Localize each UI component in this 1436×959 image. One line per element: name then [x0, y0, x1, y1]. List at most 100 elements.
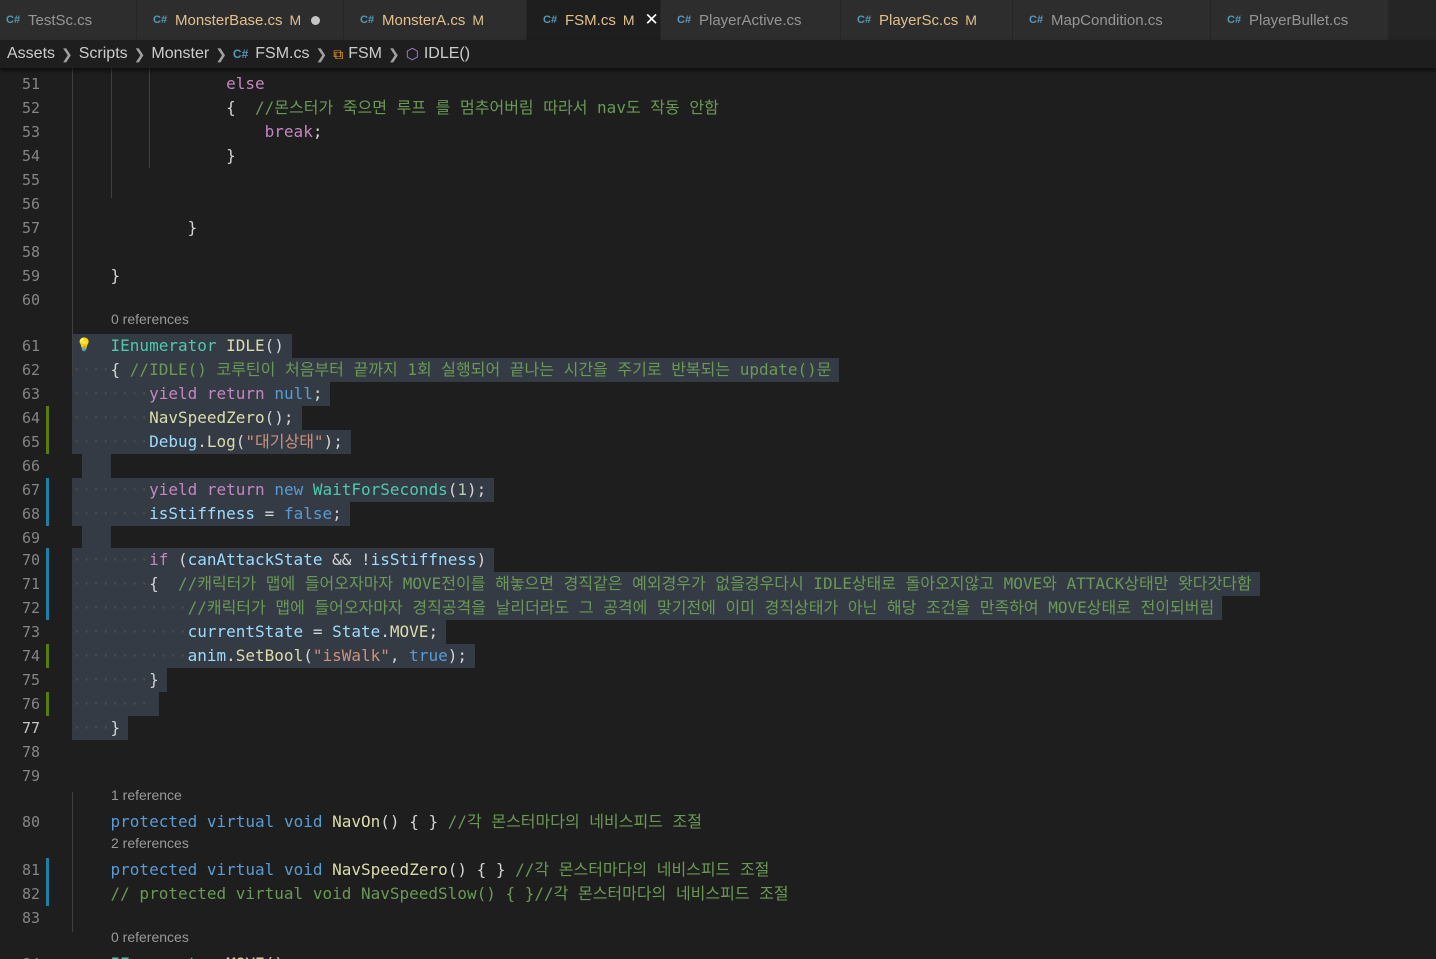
line-number: 60 [21, 291, 40, 309]
git-modified-indicator[interactable] [46, 596, 49, 620]
code-line[interactable]: 67 ········yield return new WaitForSecond… [0, 478, 1436, 502]
chevron-right-icon: ❯ [388, 45, 400, 62]
code-line[interactable]: 56 [0, 192, 1436, 216]
line-number: 74 [21, 647, 40, 665]
line-number: 59 [21, 267, 40, 285]
code-text: { //몬스터가 죽으면 루프 를 멈추어버림 따라서 nav도 작동 안함 [72, 98, 719, 117]
codelens-references[interactable]: 2 references [111, 834, 189, 852]
git-modified-indicator[interactable] [46, 502, 49, 526]
code-text: ········} [72, 668, 167, 692]
git-modified-indicator[interactable] [46, 882, 49, 906]
code-line[interactable]: 65 ········Debug.Log("대기상태"); [0, 430, 1436, 454]
code-editor[interactable]: 51 else 52 { //몬스터가 죽으면 루프 를 멈추어버림 따라서 na… [0, 68, 1436, 959]
code-text: ········if (canAttackState && !isStiffne… [72, 548, 495, 572]
lightbulb-icon[interactable]: 💡 [76, 334, 92, 358]
code-text: ············anim.SetBool("isWalk", true)… [72, 644, 475, 668]
tab-mapcondition[interactable]: C# MapCondition.cs [1013, 0, 1211, 40]
tab-playerbullet[interactable]: C# PlayerBullet.cs [1211, 0, 1389, 40]
git-modified-indicator[interactable] [46, 548, 49, 572]
code-line[interactable]: 76 ········ [0, 692, 1436, 716]
tab-label: PlayerActive.cs [699, 11, 802, 29]
codelens-references[interactable]: 0 references [111, 310, 189, 328]
code-text: ········{ //캐릭터가 맵에 들어오자마자 MOVE전이를 해놓으면 … [72, 572, 1260, 596]
code-line[interactable]: 72 ············//캐릭터가 맵에 들어오자마자 경직공격을 날리더… [0, 596, 1436, 620]
code-text: ········NavSpeedZero(); [72, 406, 302, 430]
line-number: 80 [21, 813, 40, 831]
code-line[interactable]: 52 { //몬스터가 죽으면 루프 를 멈추어버림 따라서 nav도 작동 안… [0, 96, 1436, 120]
code-text: ········yield return null; [72, 382, 331, 406]
code-line[interactable]: 81 protected virtual void NavSpeedZero()… [0, 858, 1436, 882]
line-number: 68 [21, 505, 40, 523]
git-modified-indicator[interactable] [46, 572, 49, 596]
chevron-right-icon: ❯ [215, 45, 227, 62]
csharp-file-icon: C# [153, 14, 168, 26]
code-line[interactable]: 61 IEnumerator IDLE() [0, 334, 1436, 358]
code-line[interactable]: 59 } [0, 264, 1436, 288]
breadcrumb-monster[interactable]: Monster [151, 45, 209, 63]
code-line[interactable]: 78 [0, 740, 1436, 764]
indent-guide [72, 792, 73, 932]
code-line[interactable]: 80 protected virtual void NavOn() { } //… [0, 810, 1436, 834]
class-icon: ⧉ [333, 45, 344, 62]
breadcrumb-scripts[interactable]: Scripts [79, 45, 128, 63]
line-number: 66 [21, 457, 40, 475]
code-line[interactable]: 73 ············currentState = State.MOVE; [0, 620, 1436, 644]
code-text: protected virtual void NavSpeedZero() { … [110, 860, 770, 879]
breadcrumb-file[interactable]: FSM.cs [255, 45, 309, 63]
tab-playeractive[interactable]: C# PlayerActive.cs [661, 0, 841, 40]
git-modified-indicator[interactable] [46, 478, 49, 502]
code-line[interactable]: 68 ········isStiffness = false; [0, 502, 1436, 526]
code-line[interactable]: 79 [0, 764, 1436, 788]
code-line[interactable]: 63 ········yield return null; [0, 382, 1436, 406]
code-text: } [72, 218, 198, 237]
git-added-indicator[interactable] [46, 692, 49, 716]
code-line[interactable]: 69 [0, 526, 1436, 550]
line-number: 71 [21, 575, 40, 593]
breadcrumb-method[interactable]: IDLE() [424, 45, 470, 63]
breadcrumb-assets[interactable]: Assets [7, 45, 55, 63]
tab-monstera[interactable]: C# MonsterA.cs M [344, 0, 527, 40]
code-line[interactable]: 83 [0, 906, 1436, 930]
code-line[interactable]: 66 [0, 454, 1436, 478]
code-line[interactable]: 57 } [0, 216, 1436, 240]
git-added-indicator[interactable] [46, 430, 49, 454]
tab-label: FSM.cs [565, 11, 616, 29]
code-line[interactable]: 58 [0, 240, 1436, 264]
code-line[interactable]: 55 [0, 168, 1436, 192]
code-line[interactable]: 71 ········{ //캐릭터가 맵에 들어오자마자 MOVE전이를 해놓으… [0, 572, 1436, 596]
csharp-file-icon: C# [1227, 14, 1242, 26]
code-line[interactable]: 62 ····{ //IDLE() 코루틴이 처음부터 끝까지 1회 실행되어 끝… [0, 358, 1436, 382]
git-added-indicator[interactable] [46, 406, 49, 430]
line-number: 55 [21, 171, 40, 189]
code-line[interactable]: 75 ········} [0, 668, 1436, 692]
breadcrumb-class[interactable]: FSM [348, 45, 382, 63]
code-line[interactable]: 51 else [0, 72, 1436, 96]
indent-guide [111, 68, 112, 198]
code-line[interactable]: 54 } [0, 144, 1436, 168]
code-line[interactable]: 64 ········NavSpeedZero(); [0, 406, 1436, 430]
line-number: 84 [0, 952, 40, 959]
git-added-indicator[interactable] [46, 644, 49, 668]
code-line[interactable]: 53 break; [0, 120, 1436, 144]
code-line[interactable]: 77 ····} [0, 716, 1436, 740]
code-line[interactable]: 82 // protected virtual void NavSpeedSlo… [0, 882, 1436, 906]
unsaved-dot-icon[interactable] [311, 15, 321, 25]
tab-playersc[interactable]: C# PlayerSc.cs M [841, 0, 1013, 40]
modified-indicator: M [965, 12, 977, 28]
csharp-file-icon: C# [677, 14, 692, 26]
tab-testsc[interactable]: C# TestSc.cs [0, 0, 137, 40]
codelens-references[interactable]: 0 references [111, 928, 189, 946]
tab-monsterbase[interactable]: C# MonsterBase.cs M [137, 0, 344, 40]
code-line[interactable]: 84 IEnumerator MOVE() [0, 952, 1436, 959]
line-number: 73 [21, 623, 40, 641]
tab-fsm[interactable]: C# FSM.cs M ✕ [527, 0, 661, 40]
editor-tab-bar: C# TestSc.cs C# MonsterBase.cs M C# MonsterA.c… [0, 0, 1436, 40]
code-line[interactable]: 60 [0, 288, 1436, 312]
code-line[interactable]: 70 ········if (canAttackState && !isStiff… [0, 548, 1436, 572]
git-modified-indicator[interactable] [46, 858, 49, 882]
code-line[interactable]: 74 ············anim.SetBool("isWalk", tru… [0, 644, 1436, 668]
chevron-right-icon: ❯ [133, 45, 146, 62]
codelens-references[interactable]: 1 reference [111, 786, 182, 804]
line-number: 51 [21, 75, 40, 93]
close-icon[interactable]: ✕ [645, 10, 659, 30]
